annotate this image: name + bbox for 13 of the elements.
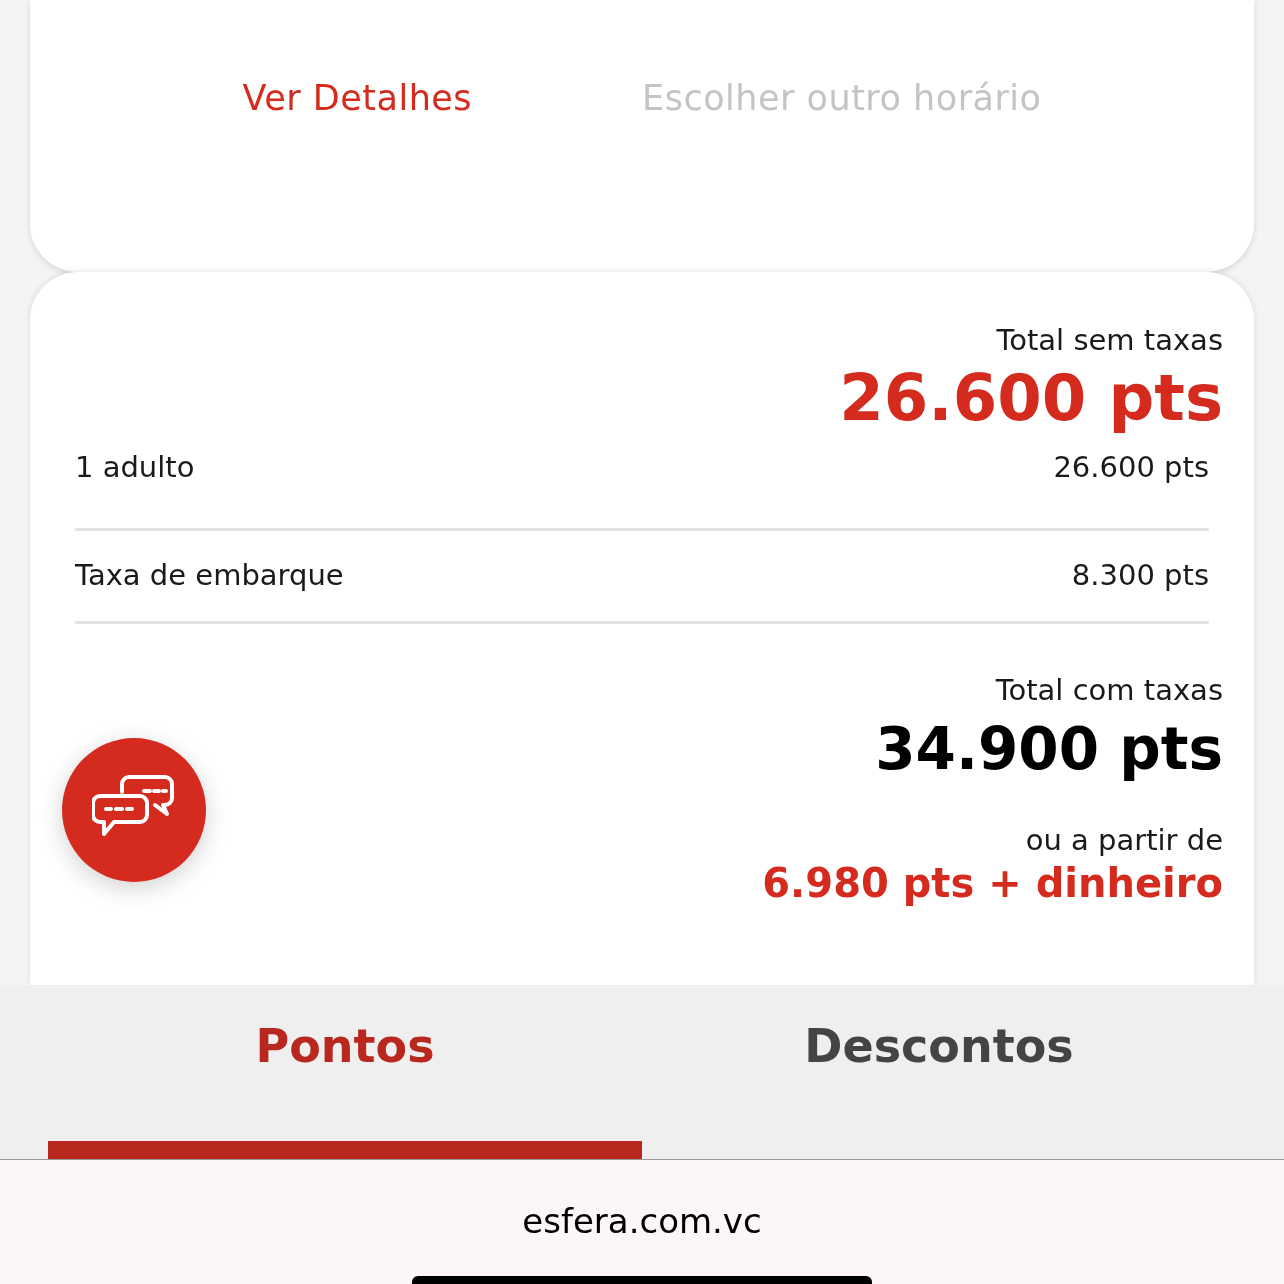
line-value: 8.300 pts [1071, 557, 1209, 595]
line-label: Taxa de embarque [75, 557, 344, 595]
total-value: 34.900 pts [875, 714, 1223, 784]
total-label: Total com taxas [995, 672, 1223, 708]
link[interactable]: Ver Detalhes [242, 72, 473, 125]
subtotal-value: 26.600 pts [839, 360, 1223, 436]
subtotal-label: Total sem taxas [996, 322, 1223, 358]
tab[interactable]: Descontos [642, 985, 1236, 1159]
url-text[interactable]: esfera.com.vc [522, 1196, 762, 1247]
alt-label: ou a partir de [1025, 822, 1223, 858]
alt-value: 6.980 pts + dinheiro [762, 859, 1223, 908]
line-value: 26.600 pts [1053, 449, 1209, 486]
line-label: 1 adulto [75, 449, 195, 486]
